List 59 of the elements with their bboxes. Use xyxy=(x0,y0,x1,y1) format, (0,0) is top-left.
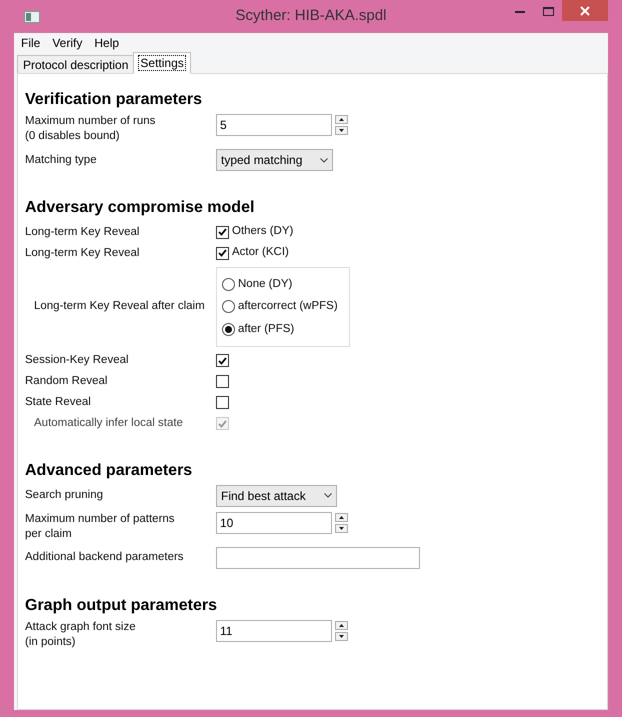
field-label: Automatically infer local state xyxy=(34,416,184,432)
check-icon xyxy=(218,356,227,365)
dropdown[interactable]: Find best attack xyxy=(216,484,337,507)
close-button[interactable] xyxy=(562,0,608,21)
field-label: Additional backend parameters xyxy=(25,550,185,566)
menu-item[interactable]: Verify xyxy=(48,34,86,52)
text-field[interactable] xyxy=(216,546,420,569)
spin-buttons[interactable] xyxy=(335,620,348,641)
app-icon xyxy=(24,10,40,22)
checkbox[interactable] xyxy=(216,354,229,368)
close-icon xyxy=(580,6,590,16)
field-label: Long-term Key Reveal xyxy=(25,246,140,260)
window-title: Scyther: HIB-AKA.spdl xyxy=(236,6,386,26)
section-heading: Verification parameters xyxy=(25,90,203,110)
field-label: (in points) xyxy=(25,634,76,650)
spin-buttons[interactable] xyxy=(335,512,348,533)
radio-button[interactable] xyxy=(222,322,235,336)
minimize-icon xyxy=(515,10,525,12)
spin-buttons[interactable] xyxy=(335,115,348,135)
checkbox[interactable] xyxy=(216,396,229,410)
checkbox-label: Others (DY) xyxy=(232,224,294,240)
number-field[interactable]: 11 xyxy=(216,620,332,642)
field-label: Maximum number of patterns xyxy=(25,512,176,527)
section-heading: Advanced parameters xyxy=(25,460,194,481)
field-label: Long-term Key Reveal xyxy=(25,224,140,240)
checkbox[interactable] xyxy=(216,375,229,388)
field-label: Long-term Key Reveal after claim xyxy=(34,299,206,314)
field-label: Attack graph font size xyxy=(25,620,137,635)
field-label: per claim xyxy=(25,526,73,542)
number-field[interactable]: 10 xyxy=(216,512,332,534)
chevron-down-icon xyxy=(320,158,328,162)
dropdown[interactable]: typed matching xyxy=(216,149,334,171)
checkbox[interactable] xyxy=(216,246,229,260)
maximize-icon xyxy=(542,6,554,16)
field-label: Search pruning xyxy=(25,488,104,504)
menu-item[interactable]: Help xyxy=(90,34,124,52)
number-field[interactable]: 5 xyxy=(216,114,332,136)
field-label: Maximum number of runs xyxy=(25,114,156,129)
check-icon xyxy=(218,420,227,428)
field-label: (0 disables bound) xyxy=(25,129,121,144)
radio-label: None (DY) xyxy=(238,277,292,292)
section-heading: Graph output parameters xyxy=(25,596,218,616)
tab[interactable]: Settings xyxy=(133,52,191,74)
radio-label: after (PFS) xyxy=(238,322,294,336)
menu-item[interactable]: File xyxy=(17,34,44,52)
radio-button[interactable] xyxy=(222,278,235,292)
check-icon xyxy=(218,228,227,236)
field-label: Matching type xyxy=(25,152,98,168)
field-label: Random Reveal xyxy=(25,374,108,390)
field-label: State Reveal xyxy=(25,395,92,410)
section-heading: Adversary compromise model xyxy=(25,198,256,218)
chevron-down-icon xyxy=(324,493,332,498)
field-label: Session-Key Reveal xyxy=(25,353,130,368)
checkbox[interactable] xyxy=(216,226,229,238)
radio-button[interactable] xyxy=(222,300,235,314)
radio-label: aftercorrect (wPFS) xyxy=(238,299,338,314)
checkbox-label: Actor (KCI) xyxy=(232,245,289,260)
check-icon xyxy=(218,249,227,257)
tab[interactable]: Protocol description xyxy=(17,55,134,74)
